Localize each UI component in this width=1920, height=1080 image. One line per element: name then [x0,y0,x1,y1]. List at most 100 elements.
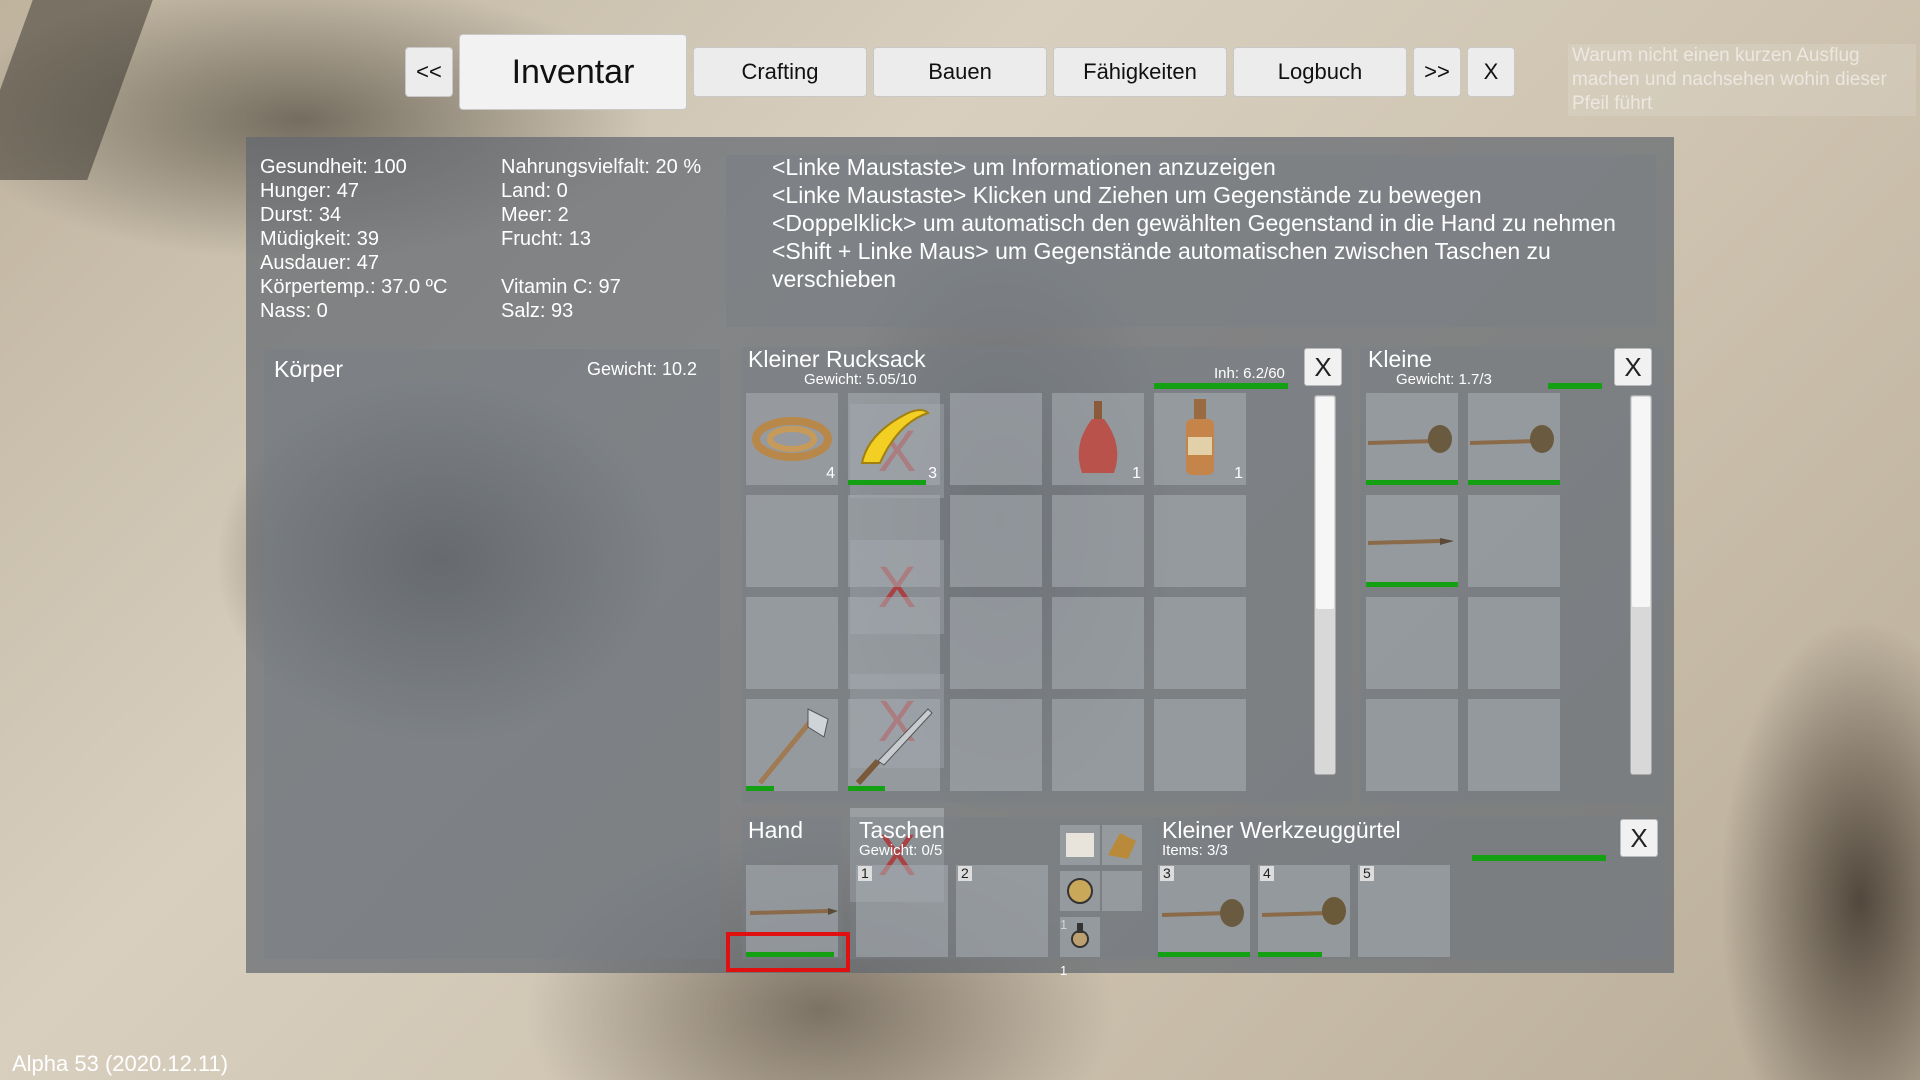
small-bag-slot[interactable] [1468,699,1560,791]
small-bag-scrollbar[interactable] [1630,395,1652,775]
backpack-slot[interactable] [1052,597,1144,689]
body-title: Körper [274,356,344,382]
body-weight: Gewicht: 10.2 [587,359,698,379]
backpack-weight: Gewicht: 5.05/10 [804,371,917,388]
next-tab-button[interactable]: >> [1413,47,1461,97]
bottle-icon [1186,399,1214,475]
spear-icon [1367,538,1454,545]
stone-hammer-icon [1367,425,1452,453]
small-bag-slot[interactable] [1366,597,1458,689]
mini-slot-map[interactable] [1102,825,1142,865]
durability-bar [1468,480,1560,485]
stats-right: Nahrungsvielfalt: 20 % Land: 0 Meer: 2 F… [501,155,731,323]
item-count: 1 [1132,465,1141,482]
toolbelt-items: Items: 3/3 [1162,842,1228,859]
knife-icon [855,708,933,786]
backpack-slot[interactable] [848,597,940,689]
mini-slot-watch[interactable]: 1 [1060,917,1100,978]
stone-hammer-icon [1469,425,1554,453]
stat-land: Land: 0 [501,180,568,202]
mini-slot-compass[interactable]: 1 [1060,871,1100,932]
backpack-slot[interactable] [848,495,940,587]
backpack-slot[interactable] [1154,495,1246,587]
durability-bar [746,786,774,791]
backpack-slot[interactable] [950,699,1042,791]
pocket-slot-1[interactable]: 1 [856,865,948,957]
hint-text: Warum nicht einen kurzen Ausflug machen … [1568,44,1916,116]
backpack-slot[interactable] [848,699,940,791]
slot-number: 2 [958,866,972,881]
stat-thirst: Durst: 34 [260,204,342,226]
backpack-close-button[interactable]: X [1304,348,1342,386]
durability-bar [1366,582,1458,587]
paper-icon [1066,833,1094,857]
stat-fruit: Frucht: 13 [501,228,592,250]
pocket-slot-2[interactable]: 2 [956,865,1048,957]
stat-health: Gesundheit: 100 [260,156,407,178]
backpack-slot[interactable] [950,495,1042,587]
backpack-slot[interactable] [1154,597,1246,689]
backpack-grid: 4 3 1 1 [746,393,1256,803]
small-bag-capacity-bar [1548,383,1602,389]
help-text: <Linke Maustaste> um Informationen anzuz… [772,153,1652,293]
backpack-slot[interactable] [1154,699,1246,791]
small-bag-grid [1366,393,1566,803]
help-line: <Shift + Linke Maus> um Gegenstände auto… [772,238,1551,292]
version-label: Alpha 53 (2020.12.11) [12,1051,229,1076]
toolbelt-slot-3[interactable]: 3 [1158,865,1250,957]
small-bag-slot[interactable] [1366,495,1458,587]
mini-slot-paper[interactable] [1060,825,1100,865]
stat-vitamin-c: Vitamin C: 97 [501,276,621,298]
scenery-shadow [0,0,153,180]
scroll-thumb[interactable] [1632,397,1650,607]
close-inventory-button[interactable]: X [1467,47,1515,97]
small-bag-slot[interactable] [1468,393,1560,485]
help-line: <Linke Maustaste> um Informationen anzuz… [772,154,1276,180]
prev-tab-button[interactable]: << [405,47,453,97]
small-bag-slot[interactable] [1366,699,1458,791]
toolbelt-close-button[interactable]: X [1620,819,1658,857]
small-bag-close-button[interactable]: X [1614,348,1652,386]
stat-hunger: Hunger: 47 [260,180,359,202]
durability-bar [1366,480,1458,485]
tab-log[interactable]: Logbuch [1233,47,1407,97]
toolbelt-slot-5[interactable]: 5 [1358,865,1450,957]
axe-icon [758,708,829,785]
backpack-slot[interactable] [746,597,838,689]
stat-food-variety: Nahrungsvielfalt: 20 % [501,156,702,178]
backpack-slot[interactable]: 4 [746,393,838,485]
backpack-slot[interactable] [1052,699,1144,791]
help-line: <Doppelklick> um automatisch den gewählt… [772,210,1616,236]
stat-spacer [501,251,731,275]
tab-skills[interactable]: Fähigkeiten [1053,47,1227,97]
body-section [264,349,720,959]
backpack-slot[interactable] [746,495,838,587]
backpack-slot[interactable] [950,597,1042,689]
scroll-thumb[interactable] [1316,397,1334,609]
backpack-slot[interactable] [950,393,1042,485]
backpack-content: Inh: 6.2/60 [1214,365,1285,382]
small-bag-slot[interactable] [1468,597,1560,689]
backpack-scrollbar[interactable] [1314,395,1336,775]
mini-slot-empty[interactable] [1102,871,1142,911]
backpack-slot[interactable]: 1 [1052,393,1144,485]
pockets-weight: Gewicht: 0/5 [859,842,943,859]
stat-salt: Salz: 93 [501,300,574,322]
backpack-slot[interactable] [746,699,838,791]
item-count: 1 [1234,465,1243,482]
slot-number: 1 [858,866,872,881]
toolbelt-slot-4[interactable]: 4 [1258,865,1350,957]
small-bag-title: Kleine [1368,346,1432,372]
backpack-slot[interactable]: 1 [1154,393,1246,485]
tab-inventory[interactable]: Inventar [459,34,687,110]
tab-build[interactable]: Bauen [873,47,1047,97]
tab-crafting[interactable]: Crafting [693,47,867,97]
stat-sea: Meer: 2 [501,204,569,226]
small-bag-slot[interactable] [1366,393,1458,485]
help-line: <Linke Maustaste> Klicken und Ziehen um … [772,182,1482,208]
small-bag-slot[interactable] [1468,495,1560,587]
backpack-slot[interactable] [1052,495,1144,587]
stats-left: Gesundheit: 100 Hunger: 47 Durst: 34 Müd… [260,155,490,323]
backpack-slot[interactable]: 3 [848,393,940,485]
item-count: 1 [1060,963,1068,978]
